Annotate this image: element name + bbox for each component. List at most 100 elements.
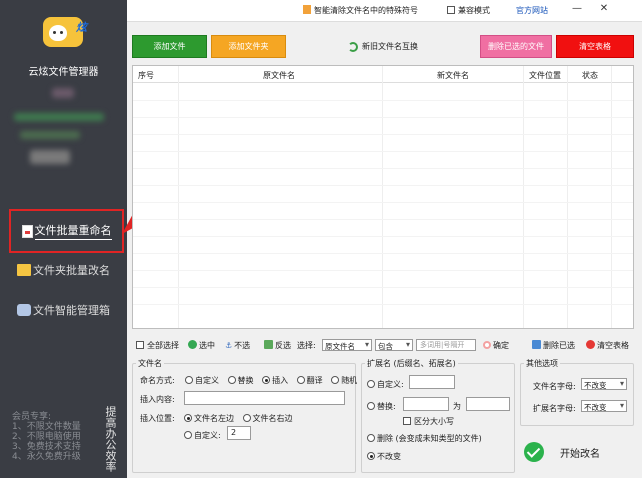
blurred-account-info-4 xyxy=(30,150,70,164)
filename-panel-legend: 文件名 xyxy=(138,359,162,368)
confirm-icon xyxy=(483,341,491,349)
filename-case-select[interactable]: 不改变 xyxy=(581,378,627,390)
radio-icon xyxy=(367,402,375,410)
ext-case-label: 扩展名字母: xyxy=(533,404,576,413)
mode-random-label: 随机 xyxy=(341,376,358,385)
clear-special-chars-label: 智能清除文件名中的特殊符号 xyxy=(314,6,418,15)
anchor-icon: ⚓ xyxy=(225,341,233,350)
naming-mode-label: 命名方式: xyxy=(140,376,175,385)
other-options-panel: 其他选项 xyxy=(520,358,634,426)
compat-mode-checkbox[interactable]: 兼容模式 xyxy=(447,5,490,16)
sidebar-item-smart-manager[interactable]: 文件智能管理箱 xyxy=(0,299,127,321)
close-button[interactable]: ✕ xyxy=(597,3,611,14)
position-radio-custom[interactable]: 自定义: xyxy=(184,430,221,441)
ext-to-label: 为 xyxy=(453,402,461,411)
add-folder-button[interactable]: 添加文件夹 xyxy=(211,35,286,58)
mode-radio-custom[interactable]: 自定义 xyxy=(185,376,225,385)
radio-icon xyxy=(184,414,192,422)
mode-radio-insert[interactable]: 插入 xyxy=(262,376,294,385)
insert-content-input[interactable] xyxy=(184,391,345,405)
ext-radio-replace[interactable]: 替换: xyxy=(367,401,396,412)
select-label: 选中 xyxy=(199,341,215,350)
delete-list-icon xyxy=(532,340,541,349)
sidebar: 炫 云炫文件管理器 文件批量重命名 文件夹批量改名 文件智能管理箱 会员专享: … xyxy=(0,0,127,478)
ext-radio-custom[interactable]: 自定义: xyxy=(367,379,404,390)
start-rename-button[interactable]: 开始改名 xyxy=(520,434,634,470)
sidebar-item-batch-rename[interactable]: 文件批量重命名 xyxy=(9,209,124,253)
app-logo: 炫 xyxy=(43,17,87,47)
invert-button[interactable]: 反选 xyxy=(264,340,291,351)
ext-radio-unchanged[interactable]: 不改变 xyxy=(367,451,401,462)
radio-icon xyxy=(367,380,375,388)
match-select[interactable]: 包含 xyxy=(375,339,413,351)
ext-unchanged-label: 不改变 xyxy=(377,452,401,461)
position-right-label: 文件名右边 xyxy=(252,414,293,423)
custom-position-input[interactable]: 2 xyxy=(227,426,251,440)
clear-table-button[interactable]: 清空表格 xyxy=(556,35,634,58)
check-circle-icon xyxy=(524,442,544,462)
match-select-value: 包含 xyxy=(378,342,393,351)
file-table[interactable]: 序号 原文件名 新文件名 文件位置 状态 xyxy=(132,65,634,329)
folder-icon xyxy=(17,264,31,276)
insert-position-label: 插入位置: xyxy=(140,414,175,423)
sidebar-item-folder-rename[interactable]: 文件夹批量改名 xyxy=(0,259,127,281)
mode-radio-random[interactable]: 随机 xyxy=(331,376,357,385)
field-select[interactable]: 原文件名 xyxy=(322,339,372,351)
delete-selected-button[interactable]: 删除已选 xyxy=(532,340,575,351)
filter-input[interactable]: 多词用|号隔开 xyxy=(416,339,476,351)
select-button[interactable]: 选中 xyxy=(188,340,215,351)
swap-icon xyxy=(348,41,358,52)
sidebar-item-label: 文件批量重命名 xyxy=(34,222,112,240)
ext-radio-delete[interactable]: 删除 (会变成未知类型的文件) xyxy=(367,433,482,444)
app-title: 云炫文件管理器 xyxy=(28,67,99,78)
other-options-legend: 其他选项 xyxy=(526,359,558,368)
blurred-account-info-3 xyxy=(20,131,80,139)
delete-selected-files-button[interactable]: 删除已选的文件 xyxy=(480,35,552,58)
ext-case-value: 不改变 xyxy=(584,403,607,412)
mode-replace-label: 替换 xyxy=(237,376,254,385)
sidebar-item-label: 文件夹批量改名 xyxy=(33,264,110,277)
mode-custom-label: 自定义 xyxy=(195,376,219,385)
ext-replace-to-input[interactable] xyxy=(466,397,510,411)
mode-radio-translate[interactable]: 翻译 xyxy=(296,376,329,385)
mode-translate-label: 翻译 xyxy=(306,376,323,385)
start-rename-label: 开始改名 xyxy=(560,448,600,460)
selection-toolbar: 全部选择 选中 ⚓不选 反选 选择: 原文件名 包含 多词用|号隔开 确定 删除… xyxy=(132,337,634,354)
sidebar-item-label: 文件智能管理箱 xyxy=(33,304,110,317)
unselect-label: 不选 xyxy=(234,341,251,350)
invert-label: 反选 xyxy=(275,341,291,350)
filename-case-value: 不改变 xyxy=(584,381,607,390)
radio-icon xyxy=(331,376,340,384)
member-line: 3、免费技术支持 xyxy=(12,442,81,452)
col-index: 序号 xyxy=(138,71,154,80)
position-left-label: 文件名左边 xyxy=(194,414,234,423)
select-all-checkbox[interactable]: 全部选择 xyxy=(136,340,179,351)
position-radio-right[interactable]: 文件名右边 xyxy=(242,414,293,423)
ext-replace-from-input[interactable] xyxy=(403,397,449,411)
clear-table-small-button[interactable]: 清空表格 xyxy=(586,340,629,351)
swap-names-label: 新旧文件名互换 xyxy=(362,42,418,51)
confirm-label: 确定 xyxy=(493,341,509,350)
mode-radio-replace[interactable]: 替换 xyxy=(227,376,260,385)
upgrade-slogan: 提高办公效率 xyxy=(104,406,117,472)
member-line: 4、永久免费升级 xyxy=(12,452,81,462)
member-benefits: 会员专享: 1、不限文件数量 2、不限电脑使用 3、免费技术支持 4、永久免费升… xyxy=(12,412,81,462)
col-original-name: 原文件名 xyxy=(263,71,295,80)
position-radio-left[interactable]: 文件名左边 xyxy=(184,414,240,423)
radio-icon xyxy=(296,376,305,384)
radio-icon xyxy=(227,376,236,384)
clear-special-chars-link[interactable]: 智能清除文件名中的特殊符号 xyxy=(303,5,418,16)
invert-icon xyxy=(264,340,273,349)
confirm-button[interactable]: 确定 xyxy=(483,340,509,351)
clear-icon xyxy=(586,340,595,349)
case-sensitive-label: 区分大小写 xyxy=(414,417,454,426)
swap-names-button[interactable]: 新旧文件名互换 xyxy=(343,35,423,58)
minimize-button[interactable]: — xyxy=(570,3,584,14)
unselect-button[interactable]: ⚓ 不选 xyxy=(225,340,250,351)
official-site-link[interactable]: 官方网站 xyxy=(516,5,548,16)
ext-case-select[interactable]: 不改变 xyxy=(581,400,627,412)
add-file-button[interactable]: 添加文件 xyxy=(132,35,207,58)
case-sensitive-checkbox[interactable]: 区分大小写 xyxy=(403,416,454,427)
ext-custom-input[interactable] xyxy=(409,375,455,389)
mode-radio-group: 自定义 替换 插入 翻译 随机 xyxy=(185,375,357,386)
